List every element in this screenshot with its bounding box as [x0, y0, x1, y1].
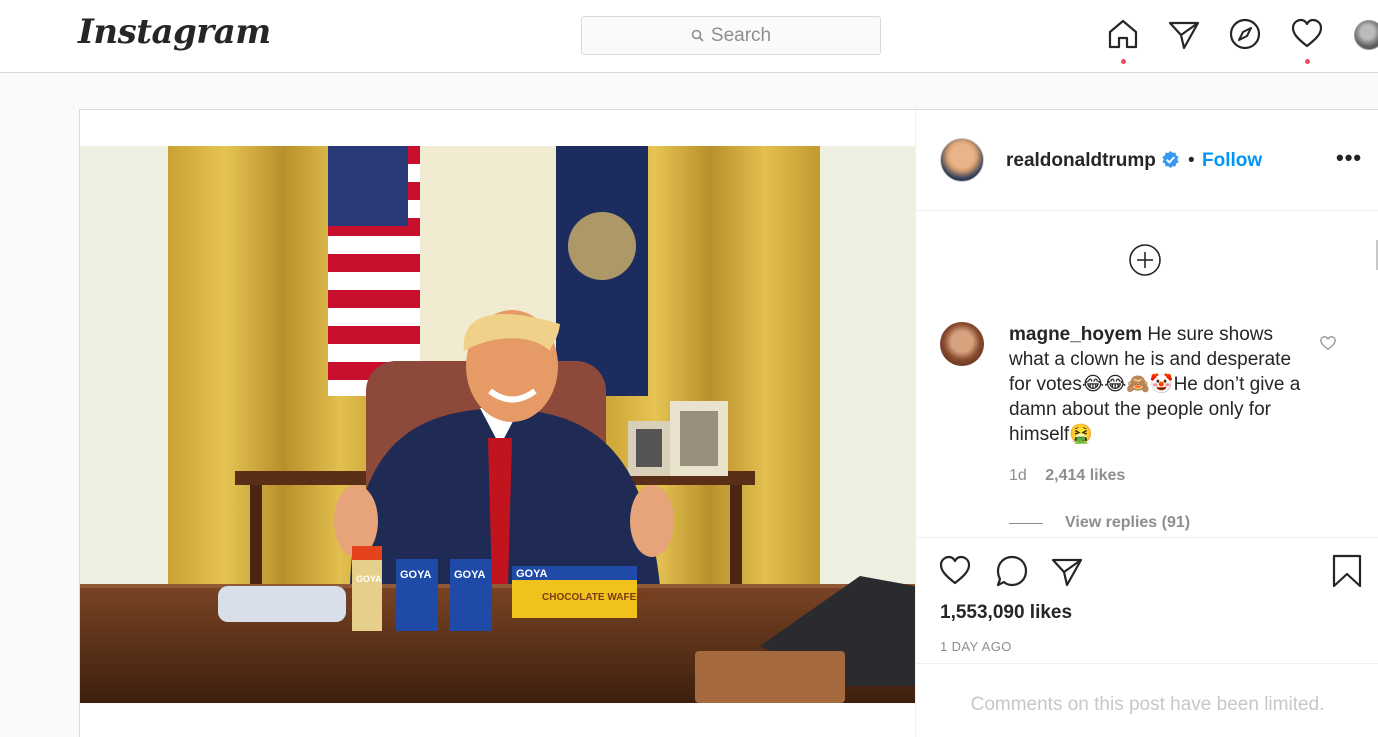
comment-like-heart-icon[interactable] [1319, 334, 1337, 352]
activity-notification-dot [1305, 59, 1310, 64]
cookie-box-label: CHOCOLATE WAFERS [542, 592, 650, 603]
comment-username[interactable]: magne_hoyem [1009, 324, 1142, 345]
commenter-avatar[interactable] [940, 322, 984, 366]
verified-badge-icon [1162, 150, 1179, 169]
search-box[interactable]: Search [581, 16, 881, 55]
activity-heart-icon[interactable] [1290, 17, 1324, 51]
comment-likes[interactable]: 2,414 likes [1045, 467, 1125, 484]
like-heart-icon[interactable] [938, 554, 972, 588]
post-header: realdonaldtrump • Follow ••• [916, 110, 1378, 211]
oval-office-photo: GOYA GOYA GOYA GOYA CHOCOLATE WAFERS [80, 146, 915, 703]
goya-label-2: GOYA [400, 569, 431, 581]
comment: magne_hoyem He sure shows what a clown h… [1009, 322, 1309, 447]
load-more-comments-icon[interactable] [1128, 243, 1162, 277]
post-likes-count[interactable]: 1,553,090 likes [940, 602, 1072, 624]
replies-line [1009, 522, 1043, 524]
view-replies-label: View replies (91) [1065, 514, 1191, 531]
more-options-button[interactable]: ••• [1336, 145, 1362, 171]
comment-meta: 1d 2,414 likes [1009, 467, 1125, 485]
goya-label-1: GOYA [356, 574, 382, 584]
comments-limited-notice: Comments on this post have been limited. [916, 663, 1378, 737]
share-icon[interactable] [1050, 554, 1084, 588]
instagram-logo[interactable]: Instagram [78, 12, 271, 52]
search-icon [691, 29, 704, 42]
view-replies-button[interactable]: View replies (91) [1009, 514, 1190, 532]
post-actions: 1,553,090 likes 1 DAY AGO Comments on th… [916, 537, 1378, 737]
author-username[interactable]: realdonaldtrump [1006, 150, 1156, 172]
goya-label-3: GOYA [454, 569, 485, 581]
home-icon[interactable] [1106, 17, 1140, 51]
goya-label-4: GOYA [516, 568, 547, 580]
home-notification-dot [1121, 59, 1126, 64]
comment-age: 1d [1009, 467, 1027, 484]
follow-button[interactable]: Follow [1202, 150, 1262, 172]
search-placeholder: Search [710, 24, 772, 46]
author-avatar[interactable] [940, 138, 984, 182]
save-bookmark-icon[interactable] [1330, 554, 1364, 588]
post-image[interactable]: GOYA GOYA GOYA GOYA CHOCOLATE WAFERS [80, 146, 915, 703]
direct-message-icon[interactable] [1167, 17, 1201, 51]
profile-avatar[interactable] [1354, 20, 1378, 50]
explore-compass-icon[interactable] [1228, 17, 1262, 51]
post-sidebar: realdonaldtrump • Follow ••• magne_hoyem… [915, 110, 1378, 737]
separator-dot: • [1188, 150, 1195, 171]
post-timestamp[interactable]: 1 DAY AGO [940, 639, 1012, 654]
comment-bubble-icon[interactable] [995, 554, 1029, 588]
top-navbar: Instagram Search [0, 0, 1378, 73]
